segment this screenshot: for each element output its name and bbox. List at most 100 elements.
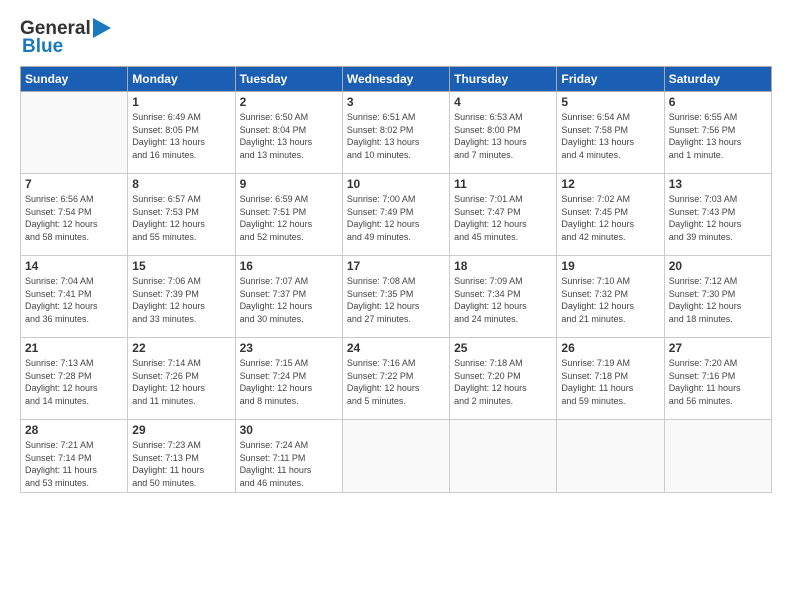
calendar-cell: 26Sunrise: 7:19 AM Sunset: 7:18 PM Dayli…: [557, 338, 664, 420]
calendar-cell: 22Sunrise: 7:14 AM Sunset: 7:26 PM Dayli…: [128, 338, 235, 420]
calendar-cell: [664, 420, 771, 493]
calendar-cell: 17 Sunrise: 7:08 AM Sunset: 7:35 PM Dayli…: [342, 256, 449, 338]
calendar-cell: 28 Sunrise: 7:21 AM Sunset: 7:14 PM Dayli…: [21, 420, 128, 493]
day-number: 23: [240, 341, 338, 355]
day-number: 5: [561, 95, 659, 109]
day-number: 6: [669, 95, 767, 109]
calendar-cell: [450, 420, 557, 493]
day-info: Sunrise: 7:19 AM Sunset: 7:18 PM Dayligh…: [561, 357, 659, 407]
calendar-cell: 6 Sunrise: 6:55 AM Sunset: 7:56 PM Daylig…: [664, 92, 771, 174]
day-number: 7: [25, 177, 123, 191]
day-info: Sunrise: 7:16 AM Sunset: 7:22 PM Dayligh…: [347, 357, 445, 407]
day-number: 18: [454, 259, 552, 273]
day-info: Sunrise: 7:01 AM Sunset: 7:47 PM Dayligh…: [454, 193, 552, 243]
calendar-cell: 11 Sunrise: 7:01 AM Sunset: 7:47 PM Dayli…: [450, 174, 557, 256]
day-number: 12: [561, 177, 659, 191]
calendar-cell: 27 Sunrise: 7:20 AM Sunset: 7:16 PM Dayli…: [664, 338, 771, 420]
day-info: Sunrise: 7:09 AM Sunset: 7:34 PM Dayligh…: [454, 275, 552, 325]
calendar-cell: 21 Sunrise: 7:13 AM Sunset: 7:28 PM Dayli…: [21, 338, 128, 420]
day-number: 14: [25, 259, 123, 273]
day-of-week-header: Thursday: [450, 67, 557, 92]
calendar-cell: 12Sunrise: 7:02 AM Sunset: 7:45 PM Dayli…: [557, 174, 664, 256]
day-info: Sunrise: 7:10 AM Sunset: 7:32 PM Dayligh…: [561, 275, 659, 325]
day-of-week-header: Wednesday: [342, 67, 449, 92]
day-number: 24: [347, 341, 445, 355]
calendar-cell: 5 Sunrise: 6:54 AM Sunset: 7:58 PM Daylig…: [557, 92, 664, 174]
day-number: 17: [347, 259, 445, 273]
logo-blue-text: Blue: [22, 36, 63, 58]
calendar-cell: 29 Sunrise: 7:23 AM Sunset: 7:13 PM Dayli…: [128, 420, 235, 493]
calendar-cell: 8 Sunrise: 6:57 AM Sunset: 7:53 PM Daylig…: [128, 174, 235, 256]
day-number: 2: [240, 95, 338, 109]
day-info: Sunrise: 7:04 AM Sunset: 7:41 PM Dayligh…: [25, 275, 123, 325]
day-info: Sunrise: 6:59 AM Sunset: 7:51 PM Dayligh…: [240, 193, 338, 243]
day-info: Sunrise: 7:21 AM Sunset: 7:14 PM Dayligh…: [25, 439, 123, 489]
day-number: 16: [240, 259, 338, 273]
day-number: 10: [347, 177, 445, 191]
calendar-header-row: SundayMondayTuesdayWednesdayThursdayFrid…: [21, 67, 772, 92]
calendar-cell: 25Sunrise: 7:18 AM Sunset: 7:20 PM Dayli…: [450, 338, 557, 420]
calendar-week-row: 28 Sunrise: 7:21 AM Sunset: 7:14 PM Dayli…: [21, 420, 772, 493]
calendar-cell: 13 Sunrise: 7:03 AM Sunset: 7:43 PM Dayli…: [664, 174, 771, 256]
day-info: Sunrise: 6:51 AM Sunset: 8:02 PM Dayligh…: [347, 111, 445, 161]
calendar-cell: 3Sunrise: 6:51 AM Sunset: 8:02 PM Daylig…: [342, 92, 449, 174]
calendar-cell: 23 Sunrise: 7:15 AM Sunset: 7:24 PM Dayli…: [235, 338, 342, 420]
day-number: 15: [132, 259, 230, 273]
calendar-cell: 15Sunrise: 7:06 AM Sunset: 7:39 PM Dayli…: [128, 256, 235, 338]
calendar-cell: 18 Sunrise: 7:09 AM Sunset: 7:34 PM Dayli…: [450, 256, 557, 338]
logo-arrow-icon: [93, 18, 111, 38]
day-number: 21: [25, 341, 123, 355]
calendar-cell: 7 Sunrise: 6:56 AM Sunset: 7:54 PM Daylig…: [21, 174, 128, 256]
day-info: Sunrise: 6:56 AM Sunset: 7:54 PM Dayligh…: [25, 193, 123, 243]
calendar-cell: [21, 92, 128, 174]
calendar-week-row: 14 Sunrise: 7:04 AM Sunset: 7:41 PM Dayli…: [21, 256, 772, 338]
day-info: Sunrise: 7:23 AM Sunset: 7:13 PM Dayligh…: [132, 439, 230, 489]
calendar-cell: 20 Sunrise: 7:12 AM Sunset: 7:30 PM Dayli…: [664, 256, 771, 338]
day-info: Sunrise: 6:55 AM Sunset: 7:56 PM Dayligh…: [669, 111, 767, 161]
calendar-cell: [557, 420, 664, 493]
day-number: 1: [132, 95, 230, 109]
day-number: 4: [454, 95, 552, 109]
day-info: Sunrise: 7:00 AM Sunset: 7:49 PM Dayligh…: [347, 193, 445, 243]
day-info: Sunrise: 7:07 AM Sunset: 7:37 PM Dayligh…: [240, 275, 338, 325]
day-number: 28: [25, 423, 123, 437]
calendar-cell: 4Sunrise: 6:53 AM Sunset: 8:00 PM Daylig…: [450, 92, 557, 174]
day-of-week-header: Tuesday: [235, 67, 342, 92]
calendar-cell: 1Sunrise: 6:49 AM Sunset: 8:05 PM Daylig…: [128, 92, 235, 174]
calendar-table: SundayMondayTuesdayWednesdayThursdayFrid…: [20, 66, 772, 493]
calendar-week-row: 21 Sunrise: 7:13 AM Sunset: 7:28 PM Dayli…: [21, 338, 772, 420]
day-info: Sunrise: 7:20 AM Sunset: 7:16 PM Dayligh…: [669, 357, 767, 407]
day-info: Sunrise: 7:14 AM Sunset: 7:26 PM Dayligh…: [132, 357, 230, 407]
day-info: Sunrise: 7:08 AM Sunset: 7:35 PM Dayligh…: [347, 275, 445, 325]
day-number: 29: [132, 423, 230, 437]
day-number: 27: [669, 341, 767, 355]
day-of-week-header: Monday: [128, 67, 235, 92]
day-info: Sunrise: 7:13 AM Sunset: 7:28 PM Dayligh…: [25, 357, 123, 407]
day-number: 20: [669, 259, 767, 273]
calendar-week-row: 1Sunrise: 6:49 AM Sunset: 8:05 PM Daylig…: [21, 92, 772, 174]
day-info: Sunrise: 6:50 AM Sunset: 8:04 PM Dayligh…: [240, 111, 338, 161]
calendar-cell: [342, 420, 449, 493]
page-header: General Blue: [20, 18, 772, 58]
day-info: Sunrise: 6:57 AM Sunset: 7:53 PM Dayligh…: [132, 193, 230, 243]
calendar-cell: 19Sunrise: 7:10 AM Sunset: 7:32 PM Dayli…: [557, 256, 664, 338]
calendar-cell: 9 Sunrise: 6:59 AM Sunset: 7:51 PM Daylig…: [235, 174, 342, 256]
day-info: Sunrise: 7:18 AM Sunset: 7:20 PM Dayligh…: [454, 357, 552, 407]
day-number: 11: [454, 177, 552, 191]
day-info: Sunrise: 7:15 AM Sunset: 7:24 PM Dayligh…: [240, 357, 338, 407]
day-number: 9: [240, 177, 338, 191]
day-of-week-header: Friday: [557, 67, 664, 92]
day-number: 8: [132, 177, 230, 191]
day-info: Sunrise: 7:03 AM Sunset: 7:43 PM Dayligh…: [669, 193, 767, 243]
calendar-week-row: 7 Sunrise: 6:56 AM Sunset: 7:54 PM Daylig…: [21, 174, 772, 256]
logo: General Blue: [20, 18, 111, 58]
day-info: Sunrise: 7:12 AM Sunset: 7:30 PM Dayligh…: [669, 275, 767, 325]
day-info: Sunrise: 6:54 AM Sunset: 7:58 PM Dayligh…: [561, 111, 659, 161]
calendar-page: General Blue SundayMondayTuesdayWednesda…: [0, 0, 792, 612]
calendar-cell: 24 Sunrise: 7:16 AM Sunset: 7:22 PM Dayli…: [342, 338, 449, 420]
calendar-cell: 10 Sunrise: 7:00 AM Sunset: 7:49 PM Dayli…: [342, 174, 449, 256]
calendar-cell: 2 Sunrise: 6:50 AM Sunset: 8:04 PM Daylig…: [235, 92, 342, 174]
day-number: 13: [669, 177, 767, 191]
calendar-cell: 30Sunrise: 7:24 AM Sunset: 7:11 PM Dayli…: [235, 420, 342, 493]
day-info: Sunrise: 7:24 AM Sunset: 7:11 PM Dayligh…: [240, 439, 338, 489]
